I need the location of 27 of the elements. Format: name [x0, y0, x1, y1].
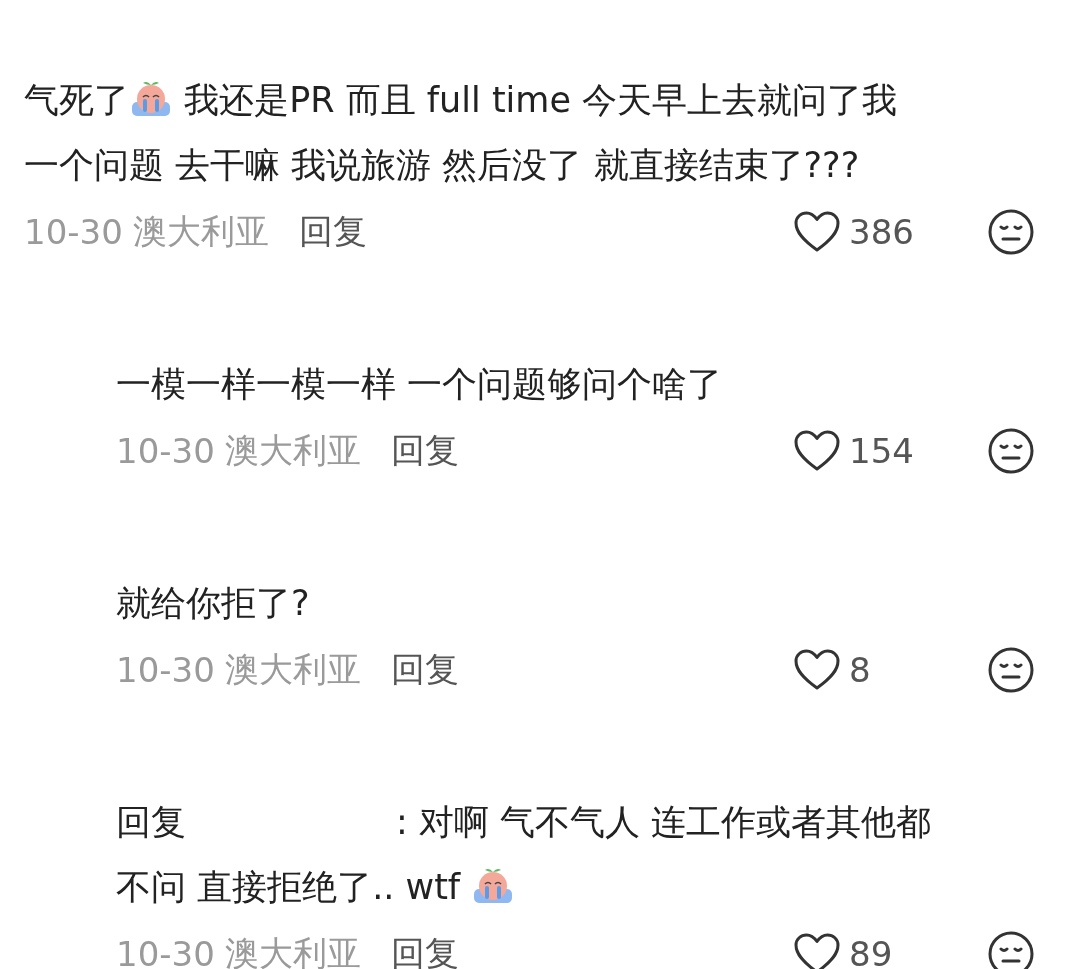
reply-link[interactable]: 回复 — [298, 209, 367, 255]
neutral-face-icon[interactable] — [987, 646, 1035, 694]
like-heart-icon[interactable] — [793, 429, 841, 473]
neutral-face-icon[interactable] — [987, 930, 1035, 969]
reply-link[interactable]: 回复 — [390, 931, 459, 969]
like-heart-icon[interactable] — [793, 648, 841, 692]
comment-date: 10-30 — [24, 212, 123, 252]
comment-location: 澳大利亚 — [132, 210, 269, 253]
reply-link[interactable]: 回复 — [390, 647, 459, 693]
like-heart-icon[interactable] — [793, 210, 841, 254]
comment-location: 澳大利亚 — [224, 429, 361, 472]
like-count: 386 — [849, 212, 915, 252]
comment-text: 回复 : 对啊 气不气人 连工作或者其他都 不问 直接拒绝了.. wtf — [116, 801, 933, 909]
neutral-face-icon[interactable] — [987, 208, 1035, 256]
comment-date: 10-30 — [116, 431, 215, 471]
comment-date: 10-30 — [116, 650, 215, 690]
comment-text: 一模一样一模一样 一个问题够问个啥了 — [116, 363, 724, 406]
comment-location: 澳大利亚 — [224, 648, 361, 691]
like-count: 89 — [849, 934, 894, 969]
like-count: 154 — [849, 431, 915, 471]
comment-text: 就给你拒了? — [116, 582, 311, 625]
neutral-face-icon[interactable] — [987, 427, 1035, 475]
reply-link[interactable]: 回复 — [390, 428, 459, 474]
comment-date: 10-30 — [116, 934, 215, 969]
comment-text: 气死了 我还是PR 而且 full time 今天早上去就问了我 一个问题 去干嘛 我说旅游 然后没了 就直接结束了??? — [24, 77, 899, 187]
like-heart-icon[interactable] — [793, 932, 841, 969]
like-count: 8 — [849, 650, 872, 690]
